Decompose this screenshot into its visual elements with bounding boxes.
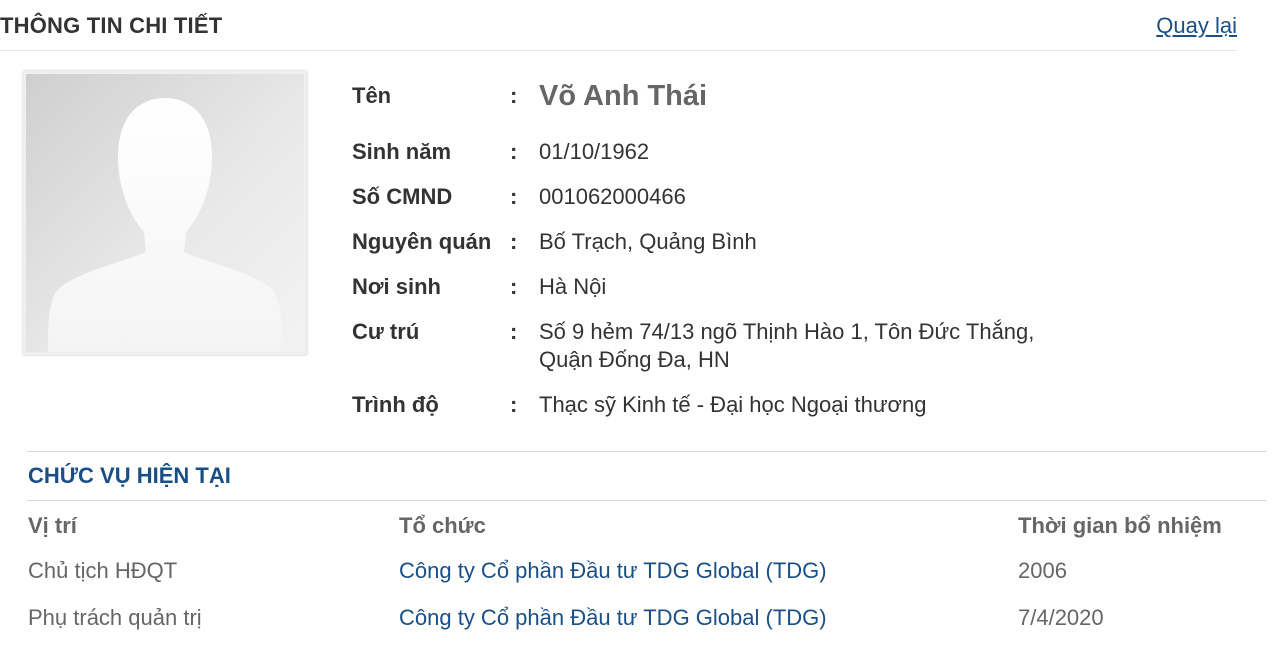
field-label: Tên <box>352 83 392 108</box>
column-header-organization: Tổ chức <box>399 513 486 538</box>
back-link[interactable]: Quay lại <box>1156 13 1237 39</box>
field-colon: : <box>510 274 518 299</box>
cell-appointed: 2006 <box>1018 557 1067 583</box>
page-header: THÔNG TIN CHI TIẾT Quay lại <box>0 0 1237 51</box>
section-divider <box>27 451 1266 452</box>
field-colon: : <box>510 392 518 417</box>
field-label: Số CMND <box>352 184 453 209</box>
cell-appointed: 7/4/2020 <box>1018 604 1104 630</box>
field-birthplace: Nơi sinh : Hà Nội <box>352 273 1232 301</box>
field-label: Nơi sinh <box>352 274 441 299</box>
field-birth: Sinh năm : 01/10/1962 <box>352 138 1232 166</box>
field-label: Cư trú <box>352 319 420 344</box>
field-residence: Cư trú : Số 9 hẻm 74/13 ngõ Thịnh Hào 1,… <box>352 318 1232 374</box>
organization-link[interactable]: Công ty Cổ phần Đầu tư TDG Global (TDG) <box>399 605 827 630</box>
field-value: 001062000466 <box>539 184 686 209</box>
positions-table: Vị trí Tổ chức Thời gian bổ nhiệm Chủ tị… <box>28 505 1258 641</box>
avatar <box>23 71 307 355</box>
field-value: Bố Trạch, Quảng Bình <box>539 229 757 254</box>
field-colon: : <box>510 184 518 209</box>
field-id-number: Số CMND : 001062000466 <box>352 183 1232 211</box>
residence-line-2: Quận Đống Đa, HN <box>539 347 730 372</box>
field-label: Sinh năm <box>352 139 452 164</box>
field-hometown: Nguyên quán : Bố Trạch, Quảng Bình <box>352 228 1232 256</box>
cell-role: Phụ trách quản trị <box>28 604 202 630</box>
profile-info: Tên : Võ Anh Thái Sinh năm : 01/10/1962 … <box>352 80 1232 436</box>
field-colon: : <box>510 229 518 254</box>
page-title: THÔNG TIN CHI TIẾT <box>0 13 223 38</box>
field-value: Số 9 hẻm 74/13 ngõ Thịnh Hào 1, Tôn Đức … <box>539 318 1079 374</box>
residence-line-1: Số 9 hẻm 74/13 ngõ Thịnh Hào 1, Tôn Đức … <box>539 319 1035 344</box>
field-label: Nguyên quán <box>352 229 492 254</box>
field-colon: : <box>510 319 518 344</box>
field-value: Hà Nội <box>539 274 607 299</box>
section-title-positions: CHỨC VỤ HIỆN TẠI <box>28 463 231 488</box>
table-row: Phụ trách quản trị Công ty Cổ phần Đầu t… <box>28 594 1258 641</box>
organization-link[interactable]: Công ty Cổ phần Đầu tư TDG Global (TDG) <box>399 558 827 583</box>
column-header-appointed: Thời gian bổ nhiệm <box>1018 513 1222 538</box>
person-silhouette-icon <box>48 98 282 352</box>
cell-organization: Công ty Cổ phần Đầu tư TDG Global (TDG) <box>399 594 1018 641</box>
table-row: Chủ tịch HĐQT Công ty Cổ phần Đầu tư TDG… <box>28 547 1258 594</box>
field-label: Trình độ <box>352 392 439 417</box>
field-colon: : <box>510 139 518 164</box>
table-header-row: Vị trí Tổ chức Thời gian bổ nhiệm <box>28 505 1258 547</box>
cell-organization: Công ty Cổ phần Đầu tư TDG Global (TDG) <box>399 547 1018 594</box>
field-colon: : <box>510 83 518 108</box>
column-header-role: Vị trí <box>28 513 77 538</box>
field-education: Trình độ : Thạc sỹ Kinh tế - Đại học Ngo… <box>352 391 1232 419</box>
section-divider <box>27 500 1266 501</box>
field-value: Thạc sỹ Kinh tế - Đại học Ngoại thương <box>539 392 927 417</box>
field-name: Tên : Võ Anh Thái <box>352 80 1232 118</box>
detail-page: THÔNG TIN CHI TIẾT Quay lại Tên : Võ Anh… <box>0 0 1280 650</box>
field-value: 01/10/1962 <box>539 139 650 164</box>
cell-role: Chủ tịch HĐQT <box>28 557 178 583</box>
person-name: Võ Anh Thái <box>539 80 708 112</box>
